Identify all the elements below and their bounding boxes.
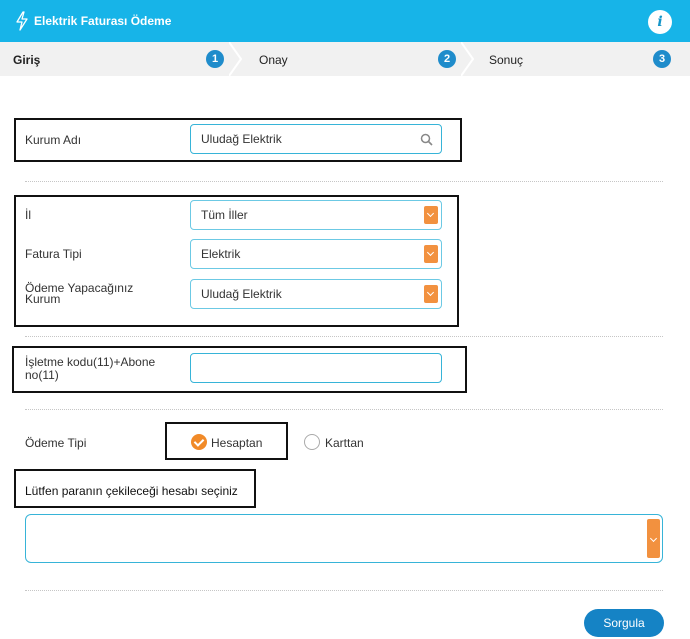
step-chevron-icon — [229, 42, 243, 76]
chevron-down-icon[interactable] — [424, 245, 438, 263]
chevron-down-icon[interactable] — [424, 285, 438, 303]
page-title: Elektrik Faturası Ödeme — [34, 14, 172, 28]
step-indicator: Giriş 1 Onay 2 Sonuç 3 — [0, 42, 690, 76]
hesap-label: Lütfen paranın çekileceği hesabı seçiniz — [25, 484, 238, 498]
step-number-1: 1 — [206, 50, 224, 68]
chevron-down-icon[interactable] — [647, 519, 660, 558]
kurum-search-input[interactable]: Uludağ Elektrik — [190, 124, 442, 154]
step-chevron-icon — [461, 42, 475, 76]
radio-hesaptan-label[interactable]: Hesaptan — [211, 436, 262, 450]
odeme-kurum-select[interactable]: Uludağ Elektrik — [190, 279, 442, 309]
abone-label-line2: no(11) — [25, 368, 59, 382]
sorgula-button[interactable]: Sorgula — [584, 609, 664, 637]
kurum-value: Uludağ Elektrik — [201, 132, 282, 146]
abone-label-line1: İşletme kodu(11)+Abone — [25, 355, 156, 369]
odeme-tipi-label: Ödeme Tipi — [25, 436, 87, 450]
info-icon[interactable]: i — [648, 10, 672, 34]
radio-karttan-label[interactable]: Karttan — [325, 436, 364, 450]
radio-karttan[interactable] — [304, 434, 320, 450]
hesap-select[interactable] — [25, 514, 663, 563]
step-number-3: 3 — [653, 50, 671, 68]
fatura-tipi-label: Fatura Tipi — [25, 247, 82, 261]
chevron-down-icon[interactable] — [424, 206, 438, 224]
step-label-sonuc: Sonuç — [489, 53, 524, 67]
divider — [25, 590, 663, 591]
step-label-onay: Onay — [259, 53, 288, 67]
divider — [25, 336, 663, 337]
radio-hesaptan[interactable] — [191, 434, 207, 450]
search-icon[interactable] — [420, 133, 433, 146]
fatura-tipi-value: Elektrik — [201, 247, 241, 261]
kurum-label: Kurum Adı — [25, 133, 82, 147]
il-select[interactable]: Tüm İller — [190, 200, 442, 230]
step-label-giris: Giriş — [13, 53, 41, 67]
odeme-kurum-value: Uludağ Elektrik — [201, 287, 282, 301]
odeme-kurum-label-line2: Kurum — [25, 292, 61, 306]
divider — [25, 409, 663, 410]
divider — [25, 181, 663, 182]
abone-input[interactable] — [190, 353, 442, 383]
step-number-2: 2 — [438, 50, 456, 68]
lightning-bolt-icon — [16, 11, 28, 31]
header-bar: Elektrik Faturası Ödeme i — [0, 0, 690, 42]
il-value: Tüm İller — [201, 208, 248, 222]
il-label: İl — [25, 208, 31, 222]
fatura-tipi-select[interactable]: Elektrik — [190, 239, 442, 269]
